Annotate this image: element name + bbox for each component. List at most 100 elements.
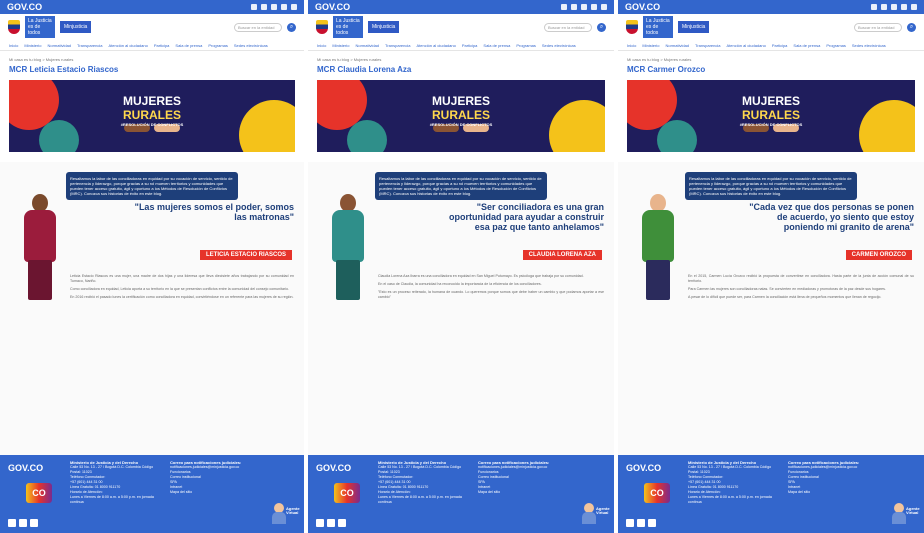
search-icon[interactable]: ⌕ <box>597 22 606 32</box>
nav-item-8[interactable]: Sedes electrónicas <box>542 43 576 48</box>
gov-co-logo[interactable]: GOV.CO <box>315 2 350 12</box>
nav-item-6[interactable]: Sala de prensa <box>175 43 202 48</box>
nav-item-6[interactable]: Sala de prensa <box>483 43 510 48</box>
footer-gov-logo[interactable]: GOV.CO <box>626 463 661 473</box>
footer-line: Mapa del sitio <box>788 490 811 494</box>
gov-co-logo[interactable]: GOV.CO <box>7 2 42 12</box>
facebook-icon[interactable] <box>561 4 567 10</box>
facebook-icon[interactable] <box>637 519 645 527</box>
youtube-icon[interactable] <box>281 4 287 10</box>
virtual-agent-button[interactable]: Agente Virtual <box>582 501 610 525</box>
page-panel-3: GOV.CO La Justicia es de todos Minjustic… <box>618 0 924 533</box>
nav-item-4[interactable]: Atención al ciudadano <box>108 43 147 48</box>
instagram-icon[interactable] <box>648 519 656 527</box>
breadcrumb[interactable]: Mi casa es tu blog > Mujeres rurales <box>618 51 924 65</box>
breadcrumb[interactable]: Mi casa es tu blog > Mujeres rurales <box>308 51 614 65</box>
nav-item-7[interactable]: Programas <box>208 43 228 48</box>
twitter-icon[interactable] <box>261 4 267 10</box>
nav-item-5[interactable]: Participa <box>462 43 478 48</box>
page-panel-1: GOV.CO La Justicia es de todos Minjustic… <box>0 0 304 533</box>
youtube-icon[interactable] <box>626 519 634 527</box>
facebook-icon[interactable] <box>19 519 27 527</box>
page-title: MCR Claudia Lorena Aza <box>317 65 412 74</box>
accessibility-icon[interactable] <box>291 4 297 10</box>
accessibility-icon[interactable] <box>601 4 607 10</box>
nav-item-3[interactable]: Transparencia <box>695 43 720 48</box>
instagram-icon[interactable] <box>271 4 277 10</box>
site-header: La Justicia es de todos Minjusticia Busc… <box>618 14 924 40</box>
twitter-icon[interactable] <box>881 4 887 10</box>
nav-item-6[interactable]: Sala de prensa <box>793 43 820 48</box>
banner-line-1: MUJERES <box>741 94 801 108</box>
nav-item-8[interactable]: Sedes electrónicas <box>852 43 886 48</box>
story-paragraph: En el caso de Claudia, la comunidad ha r… <box>378 282 542 286</box>
nav-item-1[interactable]: Ministerio <box>332 43 349 48</box>
search-icon[interactable]: ⌕ <box>287 22 296 32</box>
facebook-icon[interactable] <box>327 519 335 527</box>
agent-label: Agente Virtual <box>906 506 920 515</box>
breadcrumb[interactable]: Mi casa es tu blog > Mujeres rurales <box>0 51 304 65</box>
footer-line: Mapa del sitio <box>170 490 193 494</box>
nav-item-3[interactable]: Transparencia <box>385 43 410 48</box>
story-section: Resaltamos la labor de las conciliadoras… <box>618 162 924 455</box>
virtual-agent-button[interactable]: Agente Virtual <box>272 501 300 525</box>
accessibility-icon[interactable] <box>911 4 917 10</box>
instagram-icon[interactable] <box>581 4 587 10</box>
nav-item-0[interactable]: Inicio <box>9 43 18 48</box>
banner-line-1: MUJERES <box>122 94 182 108</box>
youtube-icon[interactable] <box>901 4 907 10</box>
story-paragraph: Para Carmen las mujeres son conciliadora… <box>688 287 886 291</box>
ministry-logo[interactable]: La Justicia es de todos <box>643 16 673 38</box>
virtual-agent-button[interactable]: Agente Virtual <box>892 501 920 525</box>
story-text: Leticia Estacio Riascos es una mujer, un… <box>70 274 294 445</box>
nav-item-5[interactable]: Participa <box>772 43 788 48</box>
facebook-icon[interactable] <box>871 4 877 10</box>
nav-item-7[interactable]: Programas <box>826 43 846 48</box>
search-input[interactable]: Buscar en la entidad <box>544 22 592 32</box>
twitter-icon[interactable] <box>571 4 577 10</box>
footer-gov-logo[interactable]: GOV.CO <box>8 463 43 473</box>
story-text: Claudia Lorena Aza Ibarra es una concili… <box>378 274 604 445</box>
nav-item-0[interactable]: Inicio <box>317 43 326 48</box>
youtube-icon[interactable] <box>316 519 324 527</box>
nav-item-8[interactable]: Sedes electrónicas <box>234 43 268 48</box>
footer-line: Lunes a Viernes de 8:00 a.m. a 5:00 p.m.… <box>378 495 462 504</box>
social-icons <box>561 4 607 10</box>
nav-item-3[interactable]: Transparencia <box>77 43 102 48</box>
nav-item-2[interactable]: Normatividad <box>47 43 71 48</box>
mujeres-rurales-banner: MUJERES RURALES #RESOLUCIÓN DE CONFLICTO… <box>627 80 915 152</box>
nav-item-4[interactable]: Atención al ciudadano <box>416 43 455 48</box>
colombia-brand-icon: CO <box>334 483 360 503</box>
name-badge: LETICIA ESTACIO RIASCOS <box>199 250 292 260</box>
ministry-logo[interactable]: La Justicia es de todos <box>333 16 363 38</box>
instagram-icon[interactable] <box>891 4 897 10</box>
search-input[interactable]: Buscar en la entidad <box>854 22 902 32</box>
youtube-icon[interactable] <box>8 519 16 527</box>
conciliator-illustration <box>322 194 374 304</box>
search-input[interactable]: Buscar en la entidad <box>234 22 282 32</box>
search-icon[interactable]: ⌕ <box>907 22 916 32</box>
facebook-icon[interactable] <box>251 4 257 10</box>
page-panel-2: GOV.CO La Justicia es de todos Minjustic… <box>308 0 614 533</box>
site-header: La Justicia es de todos Minjusticia Busc… <box>0 14 304 40</box>
nav-item-2[interactable]: Normatividad <box>355 43 379 48</box>
pull-quote: "Cada vez que dos personas se ponen de a… <box>749 202 914 232</box>
footer-gov-logo[interactable]: GOV.CO <box>316 463 351 473</box>
nav-item-0[interactable]: Inicio <box>627 43 636 48</box>
nav-item-7[interactable]: Programas <box>516 43 536 48</box>
ministry-logo[interactable]: La Justicia es de todos <box>25 16 55 38</box>
nav-item-2[interactable]: Normatividad <box>665 43 689 48</box>
instagram-icon[interactable] <box>30 519 38 527</box>
nav-item-4[interactable]: Atención al ciudadano <box>726 43 765 48</box>
nav-item-1[interactable]: Ministerio <box>642 43 659 48</box>
nav-item-5[interactable]: Participa <box>154 43 170 48</box>
instagram-icon[interactable] <box>338 519 346 527</box>
main-nav: Inicio Ministerio Normatividad Transparenci… <box>308 40 614 51</box>
footer-contact-column: Ministerio de Justicia y del Derecho Cal… <box>378 460 470 505</box>
story-paragraph: Claudia Lorena Aza Ibarra es una concili… <box>378 274 584 278</box>
story-section: Resaltamos la labor de las conciliadoras… <box>308 162 614 455</box>
youtube-icon[interactable] <box>591 4 597 10</box>
nav-item-1[interactable]: Ministerio <box>24 43 41 48</box>
gov-co-logo[interactable]: GOV.CO <box>625 2 660 12</box>
banner-title: MUJERES RURALES #RESOLUCIÓN DE CONFLICTO… <box>430 94 493 127</box>
